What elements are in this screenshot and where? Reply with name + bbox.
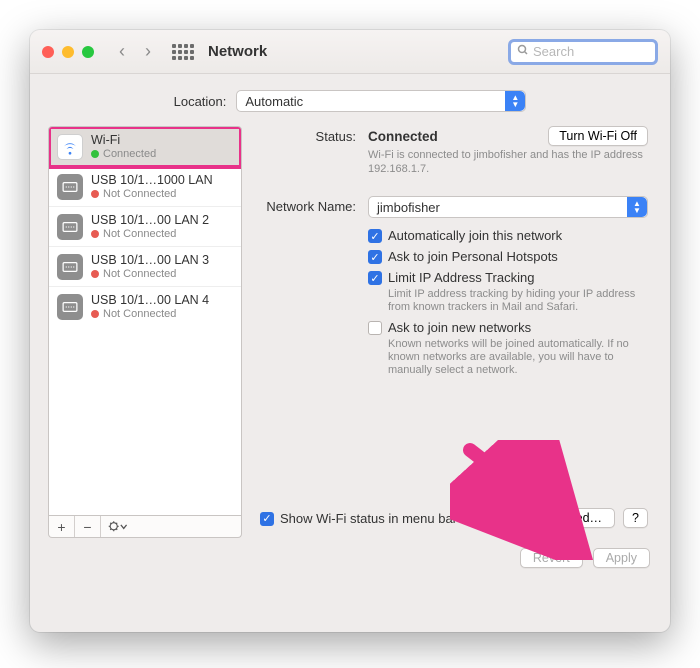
interface-name: USB 10/1…00 LAN 4 (91, 293, 209, 307)
location-label: Location: (174, 94, 227, 109)
main-area: Wi-Fi Connected USB 10/1…1000 LAN Not Co… (30, 126, 670, 538)
ethernet-icon (57, 174, 83, 200)
search-icon (517, 44, 529, 59)
window-title: Network (208, 43, 508, 60)
checkbox-description: Limit IP address tracking by hiding your… (388, 288, 638, 314)
sidebar-item-eth3[interactable]: USB 10/1…00 LAN 3 Not Connected (49, 247, 241, 287)
apply-button[interactable]: Apply (593, 548, 650, 568)
interface-status: Not Connected (91, 307, 209, 321)
checkbox-ask-join[interactable] (368, 321, 382, 335)
help-button[interactable]: ? (623, 508, 648, 528)
checkbox-description: Known networks will be joined automatica… (388, 338, 638, 377)
panel-bottom-bar: Show Wi-Fi status in menu bar Advanced… … (260, 499, 648, 538)
network-name-select[interactable]: jimbofisher ▲▼ (368, 196, 648, 218)
status-dot-icon (91, 270, 99, 278)
ethernet-icon (57, 214, 83, 240)
detail-panel: Status: Connected Turn Wi-Fi Off Wi-Fi i… (260, 126, 652, 538)
sidebar-item-eth1[interactable]: USB 10/1…1000 LAN Not Connected (49, 167, 241, 207)
status-row: Status: Connected Turn Wi-Fi Off Wi-Fi i… (260, 126, 648, 176)
interface-name: USB 10/1…00 LAN 2 (91, 213, 209, 227)
location-value: Automatic (245, 94, 303, 109)
checkbox-limit-ip[interactable] (368, 271, 382, 285)
interface-name: Wi-Fi (91, 133, 156, 147)
show-all-icon[interactable] (172, 44, 194, 60)
checkbox-label: Ask to join Personal Hotspots (388, 249, 558, 264)
status-value: Connected (368, 129, 438, 144)
advanced-button[interactable]: Advanced… (521, 508, 615, 528)
search-placeholder: Search (533, 44, 574, 59)
check-limit-ip: Limit IP Address Tracking (368, 270, 648, 285)
check-ask-join: Ask to join new networks (368, 320, 648, 335)
nav-arrows: ‹ › (112, 41, 158, 62)
chevron-updown-icon: ▲▼ (505, 91, 525, 111)
window-footer: Revert Apply (30, 538, 670, 582)
ethernet-icon (57, 254, 83, 280)
remove-interface-button[interactable]: − (75, 516, 101, 537)
checkbox-auto-join[interactable] (368, 229, 382, 243)
checkbox-label: Limit IP Address Tracking (388, 270, 534, 285)
checkbox-label: Automatically join this network (388, 228, 562, 243)
zoom-button[interactable] (82, 46, 94, 58)
revert-button[interactable]: Revert (520, 548, 583, 568)
status-dot-icon (91, 230, 99, 238)
status-dot-icon (91, 150, 99, 158)
sidebar-item-eth2[interactable]: USB 10/1…00 LAN 2 Not Connected (49, 207, 241, 247)
interface-name: USB 10/1…1000 LAN (91, 173, 213, 187)
actions-menu-button[interactable] (101, 516, 135, 537)
ethernet-icon (57, 294, 83, 320)
forward-button[interactable]: › (138, 41, 158, 62)
checkbox-menubar[interactable] (260, 512, 274, 526)
status-label: Status: (260, 126, 368, 176)
location-select[interactable]: Automatic ▲▼ (236, 90, 526, 112)
status-dot-icon (91, 310, 99, 318)
network-prefpane-window: ‹ › Network Search Location: Automatic ▲… (30, 30, 670, 632)
sidebar-item-wifi[interactable]: Wi-Fi Connected (49, 127, 241, 167)
check-hotspots: Ask to join Personal Hotspots (368, 249, 648, 264)
interface-status: Not Connected (91, 187, 213, 201)
titlebar: ‹ › Network Search (30, 30, 670, 74)
network-name-label: Network Name: (260, 196, 368, 383)
network-name-value: jimbofisher (377, 200, 440, 215)
wifi-icon (57, 134, 83, 160)
check-menubar: Show Wi-Fi status in menu bar (260, 511, 457, 526)
search-field[interactable]: Search (508, 39, 658, 65)
checkbox-label: Show Wi-Fi status in menu bar (280, 511, 457, 526)
traffic-lights (42, 46, 94, 58)
turn-wifi-off-button[interactable]: Turn Wi-Fi Off (548, 126, 648, 146)
location-row: Location: Automatic ▲▼ (30, 74, 670, 126)
check-auto-join: Automatically join this network (368, 228, 648, 243)
checkbox-hotspots[interactable] (368, 250, 382, 264)
interface-name: USB 10/1…00 LAN 3 (91, 253, 209, 267)
close-button[interactable] (42, 46, 54, 58)
interface-list: Wi-Fi Connected USB 10/1…1000 LAN Not Co… (48, 126, 242, 516)
network-name-row: Network Name: jimbofisher ▲▼ Automatical… (260, 196, 648, 383)
interface-status: Not Connected (91, 227, 209, 241)
checkbox-label: Ask to join new networks (388, 320, 531, 335)
sidebar-item-eth4[interactable]: USB 10/1…00 LAN 4 Not Connected (49, 287, 241, 327)
interface-status: Not Connected (91, 267, 209, 281)
minimize-button[interactable] (62, 46, 74, 58)
chevron-updown-icon: ▲▼ (627, 197, 647, 217)
back-button[interactable]: ‹ (112, 41, 132, 62)
interface-status: Connected (91, 147, 156, 161)
status-description: Wi-Fi is connected to jimbofisher and ha… (368, 148, 648, 176)
add-interface-button[interactable]: + (49, 516, 75, 537)
sidebar-toolbar: + − (48, 516, 242, 538)
interface-sidebar: Wi-Fi Connected USB 10/1…1000 LAN Not Co… (48, 126, 242, 538)
status-dot-icon (91, 190, 99, 198)
